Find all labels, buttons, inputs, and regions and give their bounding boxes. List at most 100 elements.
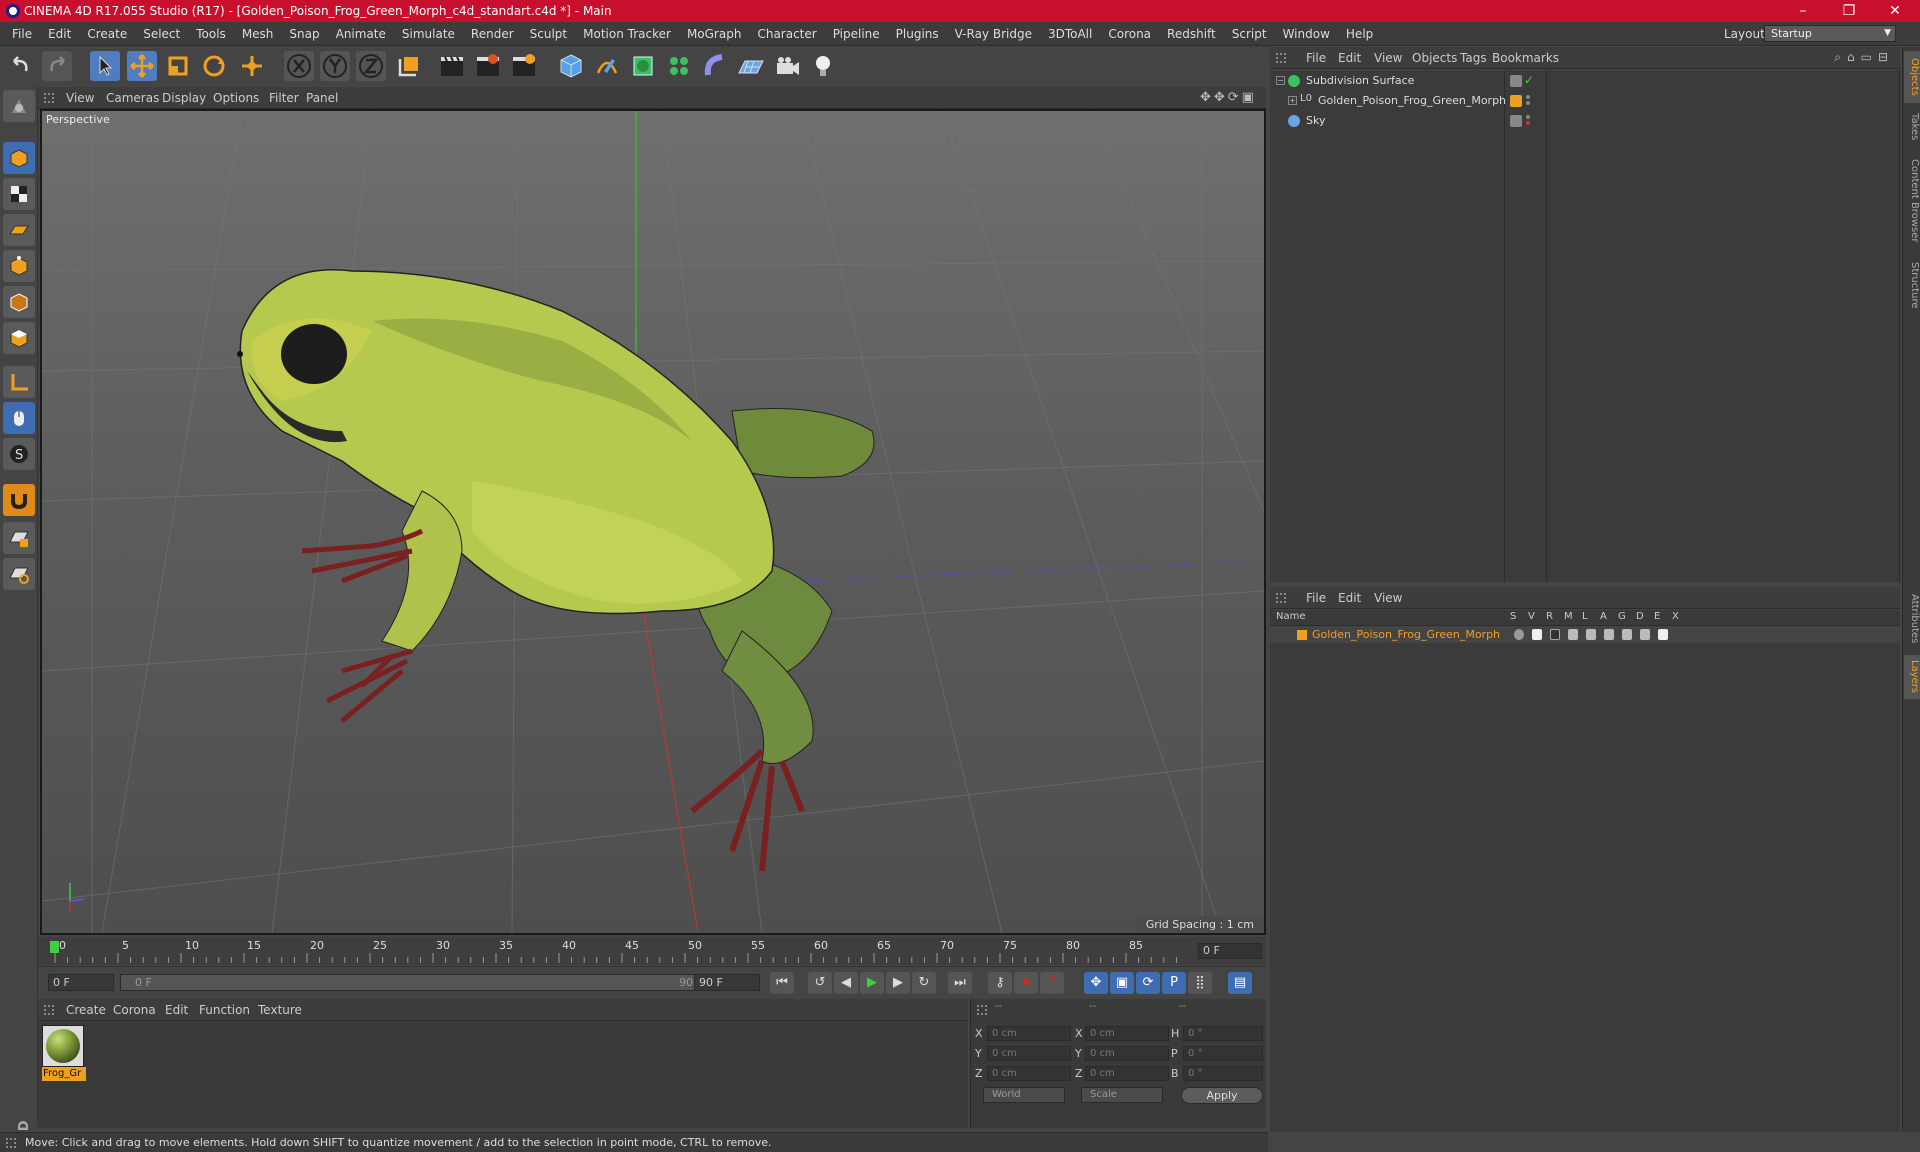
layer-color-tag[interactable]: [1510, 95, 1522, 107]
next-key-button[interactable]: ↻: [912, 972, 936, 994]
polygons-mode-button[interactable]: [3, 322, 35, 354]
object-menu-edit[interactable]: Edit: [1338, 47, 1361, 69]
tweak-mode-button[interactable]: [3, 402, 35, 434]
object-name[interactable]: Golden_Poison_Frog_Green_Morph: [1318, 93, 1506, 109]
visibility-toggle-icon[interactable]: [1510, 115, 1522, 127]
timeline-ruler[interactable]: 0 5 10 15 20 25 30 35 40 45 50 55 60 65 …: [50, 939, 1182, 963]
next-frame-button[interactable]: ▶: [886, 972, 910, 994]
menu-window[interactable]: Window: [1275, 22, 1338, 46]
object-menu-objects[interactable]: Objects: [1412, 47, 1457, 69]
camera-button[interactable]: [772, 51, 802, 81]
render-view-button[interactable]: [437, 51, 467, 81]
layer-col-solo[interactable]: S: [1510, 611, 1516, 622]
layer-col-view[interactable]: V: [1528, 611, 1535, 622]
layer-col-generators[interactable]: G: [1618, 611, 1626, 622]
viewport-menu-filter[interactable]: Filter: [269, 87, 299, 109]
model-mode-button[interactable]: [3, 142, 35, 174]
rotation-b-field[interactable]: 0 °: [1183, 1066, 1263, 1081]
position-y-field[interactable]: 0 cm: [987, 1046, 1071, 1061]
deformer-flag-icon[interactable]: [1640, 629, 1650, 640]
object-menu-tags[interactable]: Tags: [1460, 47, 1487, 69]
solo-flag-icon[interactable]: [1514, 629, 1524, 640]
menu-simulate[interactable]: Simulate: [394, 22, 463, 46]
tab-content-browser[interactable]: Content Browser: [1904, 151, 1920, 251]
lock-icon[interactable]: [1586, 629, 1596, 640]
make-editable-button[interactable]: [3, 90, 35, 122]
y-axis-lock-button[interactable]: [320, 51, 350, 81]
record-rotation-button[interactable]: ⟳: [1136, 972, 1160, 994]
previous-key-button[interactable]: ↺: [808, 972, 832, 994]
menu-mograph[interactable]: MoGraph: [679, 22, 750, 46]
object-menu-file[interactable]: File: [1306, 47, 1326, 69]
layout-dropdown[interactable]: Startup ▼: [1764, 25, 1896, 42]
material-menu-edit[interactable]: Edit: [165, 999, 188, 1021]
tab-takes[interactable]: Takes: [1904, 107, 1920, 147]
tab-layers[interactable]: Layers: [1904, 655, 1920, 699]
viewport-menu-options[interactable]: Options: [213, 87, 259, 109]
menu-file[interactable]: File: [4, 22, 40, 46]
redo-button[interactable]: [42, 51, 72, 81]
selection-tool-button[interactable]: [90, 51, 120, 81]
maximize-button[interactable]: ❐: [1826, 0, 1872, 22]
rotation-h-field[interactable]: 0 °: [1183, 1026, 1263, 1041]
tab-objects[interactable]: Objects: [1904, 51, 1920, 103]
minimize-button[interactable]: –: [1780, 0, 1826, 22]
layer-col-name[interactable]: Name: [1276, 611, 1306, 622]
view-eye-icon[interactable]: [1532, 629, 1542, 640]
play-button[interactable]: ▶: [860, 972, 884, 994]
transform-tool-button[interactable]: [237, 51, 267, 81]
size-x-field[interactable]: 0 cm: [1085, 1026, 1169, 1041]
record-position-button[interactable]: ✥: [1084, 972, 1108, 994]
z-axis-lock-button[interactable]: [356, 51, 386, 81]
layer-col-xref[interactable]: X: [1672, 611, 1679, 622]
edges-mode-button[interactable]: [3, 286, 35, 318]
close-button[interactable]: ✕: [1872, 0, 1918, 22]
render-settings-button[interactable]: [509, 51, 539, 81]
tab-structure[interactable]: Structure: [1904, 255, 1920, 315]
panel-grip-icon[interactable]: [1276, 53, 1286, 63]
object-menu-view[interactable]: View: [1374, 47, 1402, 69]
layer-col-manager[interactable]: M: [1564, 611, 1573, 622]
menu-edit[interactable]: Edit: [40, 22, 79, 46]
pen-spline-button[interactable]: [592, 51, 622, 81]
expand-icon[interactable]: +: [1288, 96, 1297, 105]
x-axis-lock-button[interactable]: [284, 51, 314, 81]
menu-help[interactable]: Help: [1338, 22, 1381, 46]
size-y-field[interactable]: 0 cm: [1085, 1046, 1169, 1061]
object-menu-bookmarks[interactable]: Bookmarks: [1492, 47, 1559, 69]
collapse-icon[interactable]: −: [1276, 76, 1285, 85]
object-name[interactable]: Subdivision Surface: [1306, 73, 1414, 89]
material-menu-create[interactable]: Create: [66, 999, 106, 1021]
coordinate-system-button[interactable]: [394, 51, 424, 81]
undo-button[interactable]: [6, 51, 36, 81]
workplane-mode-button[interactable]: [3, 214, 35, 246]
material-menu-corona[interactable]: Corona: [113, 999, 156, 1021]
render-flag-icon[interactable]: [1550, 629, 1560, 640]
workplane-lock-button[interactable]: [3, 522, 35, 554]
previous-frame-button[interactable]: ◀: [834, 972, 858, 994]
end-frame-field[interactable]: 90 F: [694, 974, 760, 991]
menu-motion-tracker[interactable]: Motion Tracker: [575, 22, 679, 46]
move-tool-button[interactable]: [127, 51, 157, 81]
layer-row[interactable]: Golden_Poison_Frog_Green_Morph: [1270, 627, 1900, 643]
viewport-navigation-icons[interactable]: ✥✥⟳▣: [1200, 90, 1260, 106]
viewport-menu-cameras[interactable]: Cameras: [106, 87, 159, 109]
menu-animate[interactable]: Animate: [328, 22, 394, 46]
viewport-menu-view[interactable]: View: [66, 87, 94, 109]
axis-mode-button[interactable]: [3, 366, 35, 398]
position-z-field[interactable]: 0 cm: [987, 1066, 1071, 1081]
menu-render[interactable]: Render: [463, 22, 522, 46]
panel-grip-icon[interactable]: [977, 1005, 987, 1015]
viewport-menu-display[interactable]: Display: [162, 87, 206, 109]
layer-name[interactable]: Golden_Poison_Frog_Green_Morph: [1312, 628, 1500, 641]
preview-range-slider[interactable]: 0 F 90 F: [120, 974, 722, 991]
current-frame-field[interactable]: 0 F: [1198, 943, 1262, 959]
size-mode-dropdown[interactable]: Scale: [1081, 1087, 1163, 1103]
points-mode-button[interactable]: [3, 250, 35, 282]
panel-grip-icon[interactable]: [44, 93, 54, 103]
layer-col-expressions[interactable]: E: [1654, 611, 1660, 622]
material-menu-function[interactable]: Function: [199, 999, 250, 1021]
position-x-field[interactable]: 0 cm: [987, 1026, 1071, 1041]
menu-vray-bridge[interactable]: V-Ray Bridge: [947, 22, 1040, 46]
rotate-tool-button[interactable]: [199, 51, 229, 81]
